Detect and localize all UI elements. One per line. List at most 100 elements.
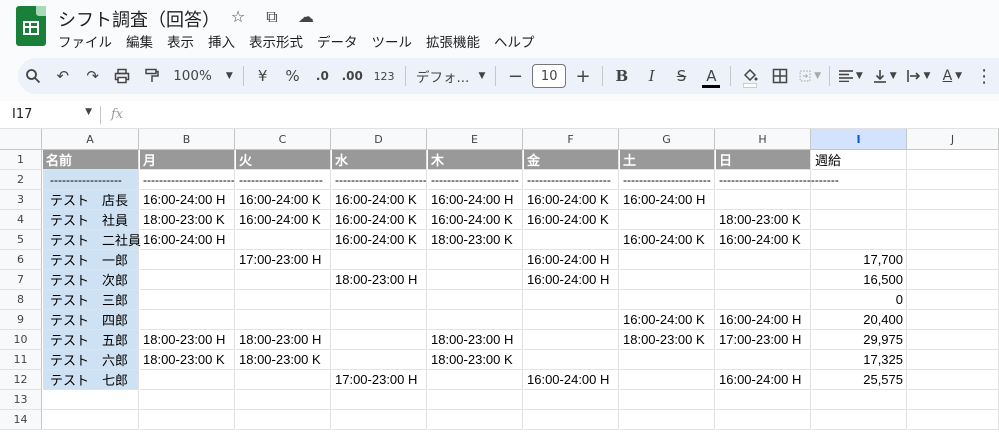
shift-cell[interactable]: 16:00-24:00 K: [620, 230, 715, 250]
shift-cell[interactable]: [332, 290, 427, 310]
redo-icon[interactable]: ↷: [78, 63, 108, 89]
column-header-e[interactable]: E: [427, 129, 523, 150]
decrease-decimal-button[interactable]: .0: [307, 63, 337, 89]
shift-cell[interactable]: [332, 330, 427, 350]
separator-cell[interactable]: ------------------: [43, 170, 139, 190]
shift-cell[interactable]: 18:00-23:00 H: [236, 330, 331, 350]
shift-cell[interactable]: 16:00-24:00 H: [524, 270, 619, 290]
menu-insert[interactable]: 挿入: [208, 31, 235, 51]
increase-font-size-button[interactable]: +: [568, 63, 598, 89]
vertical-align-icon[interactable]: ▼: [868, 63, 902, 89]
menu-file[interactable]: ファイル: [58, 31, 112, 51]
name-cell[interactable]: テスト 六郎: [43, 350, 139, 370]
menu-format[interactable]: 表示形式: [249, 31, 303, 51]
fill-color-icon[interactable]: [735, 63, 765, 89]
shift-cell[interactable]: [140, 270, 235, 290]
shift-cell[interactable]: 16:00-24:00 H: [716, 370, 811, 390]
shift-cell[interactable]: 16:00-24:00 H: [428, 190, 523, 210]
name-cell[interactable]: テスト 次郎: [43, 270, 139, 290]
shift-cell[interactable]: 18:00-23:00 K: [140, 350, 235, 370]
row-header-3[interactable]: 3: [0, 190, 42, 210]
grid-cell[interactable]: [908, 390, 999, 410]
shift-cell[interactable]: 18:00-23:00 K: [716, 210, 811, 230]
header-cell[interactable]: 名前: [43, 150, 139, 170]
text-wrap-icon[interactable]: ▼: [902, 63, 936, 89]
undo-icon[interactable]: ↶: [48, 63, 78, 89]
header-cell[interactable]: 日: [716, 150, 811, 170]
grid-cell[interactable]: [716, 390, 811, 410]
search-icon[interactable]: [18, 63, 48, 89]
grid-cell[interactable]: [908, 310, 999, 330]
shift-cell[interactable]: [332, 310, 427, 330]
separator-cell[interactable]: ----------------------: [428, 170, 523, 190]
shift-cell[interactable]: 16:00-24:00 K: [332, 210, 427, 230]
row-header-5[interactable]: 5: [0, 230, 42, 250]
shift-cell[interactable]: [524, 230, 619, 250]
menu-help[interactable]: ヘルプ: [494, 31, 535, 51]
text-rotation-icon[interactable]: A ▼: [935, 63, 969, 89]
row-header-13[interactable]: 13: [0, 390, 42, 410]
shift-cell[interactable]: 16:00-24:00 H: [524, 250, 619, 270]
shift-cell[interactable]: [524, 310, 619, 330]
name-cell[interactable]: テスト 社員: [43, 210, 139, 230]
shift-cell[interactable]: [140, 370, 235, 390]
shift-cell[interactable]: [524, 350, 619, 370]
column-header-i[interactable]: I: [811, 129, 907, 150]
weekly-pay-cell[interactable]: [812, 190, 907, 210]
shift-cell[interactable]: [620, 290, 715, 310]
grid-cell[interactable]: [716, 410, 811, 430]
print-icon[interactable]: [108, 63, 138, 89]
column-header-j[interactable]: J: [907, 129, 999, 150]
header-cell[interactable]: 月: [140, 150, 235, 170]
grid-cell[interactable]: [140, 390, 235, 410]
separator-cell[interactable]: -----------------------: [140, 170, 235, 190]
shift-cell[interactable]: [716, 270, 811, 290]
grid-cell[interactable]: [524, 390, 619, 410]
name-box[interactable]: I17 ▼: [0, 107, 100, 122]
row-header-11[interactable]: 11: [0, 350, 42, 370]
star-icon[interactable]: ☆: [228, 7, 248, 27]
header-cell[interactable]: 木: [428, 150, 523, 170]
grid-cell[interactable]: [908, 210, 999, 230]
grid-cell[interactable]: [620, 410, 715, 430]
shift-cell[interactable]: [524, 330, 619, 350]
formula-input[interactable]: [133, 104, 999, 126]
grid-cell[interactable]: [908, 410, 999, 430]
shift-cell[interactable]: [236, 230, 331, 250]
paint-format-icon[interactable]: [137, 63, 167, 89]
shift-cell[interactable]: 16:00-24:00 H: [620, 190, 715, 210]
select-all-corner[interactable]: [0, 129, 42, 150]
name-cell[interactable]: テスト 店長: [43, 190, 139, 210]
menu-tools[interactable]: ツール: [372, 31, 413, 51]
shift-cell[interactable]: 16:00-24:00 K: [236, 210, 331, 230]
grid-cell[interactable]: [908, 170, 999, 190]
grid-cell[interactable]: [43, 410, 139, 430]
number-format-button[interactable]: 123: [367, 63, 401, 89]
header-cell[interactable]: 土: [620, 150, 715, 170]
shift-cell[interactable]: 17:00-23:00 H: [236, 250, 331, 270]
name-cell[interactable]: テスト 二社員: [43, 230, 141, 250]
borders-icon[interactable]: [765, 63, 795, 89]
shift-cell[interactable]: [716, 250, 811, 270]
move-folder-icon[interactable]: ⧉: [262, 7, 282, 27]
menu-data[interactable]: データ: [317, 31, 358, 51]
shift-cell[interactable]: [620, 370, 715, 390]
document-title[interactable]: シフト調査（回答）: [58, 6, 220, 32]
shift-cell[interactable]: [236, 370, 331, 390]
row-header-4[interactable]: 4: [0, 210, 42, 230]
shift-cell[interactable]: [716, 290, 811, 310]
shift-cell[interactable]: [428, 290, 523, 310]
column-header-h[interactable]: H: [715, 129, 811, 150]
weekly-pay-cell[interactable]: 29,975: [812, 330, 907, 350]
grid-cell[interactable]: [236, 410, 331, 430]
name-cell[interactable]: テスト 四郎: [43, 310, 139, 330]
shift-cell[interactable]: [620, 350, 715, 370]
grid-cell[interactable]: [428, 410, 523, 430]
name-cell[interactable]: テスト 七郎: [43, 370, 139, 390]
shift-cell[interactable]: 16:00-24:00 H: [140, 190, 235, 210]
menu-edit[interactable]: 編集: [126, 31, 153, 51]
shift-cell[interactable]: 16:00-24:00 K: [332, 190, 427, 210]
spreadsheet-grid[interactable]: A B C D E F G H I J 1 2 3 4 5 6 7 8 9 10 11 12 13 14 名前月火水木金土日週給…: [0, 129, 999, 434]
grid-cell[interactable]: [236, 390, 331, 410]
grid-cell[interactable]: [812, 410, 907, 430]
